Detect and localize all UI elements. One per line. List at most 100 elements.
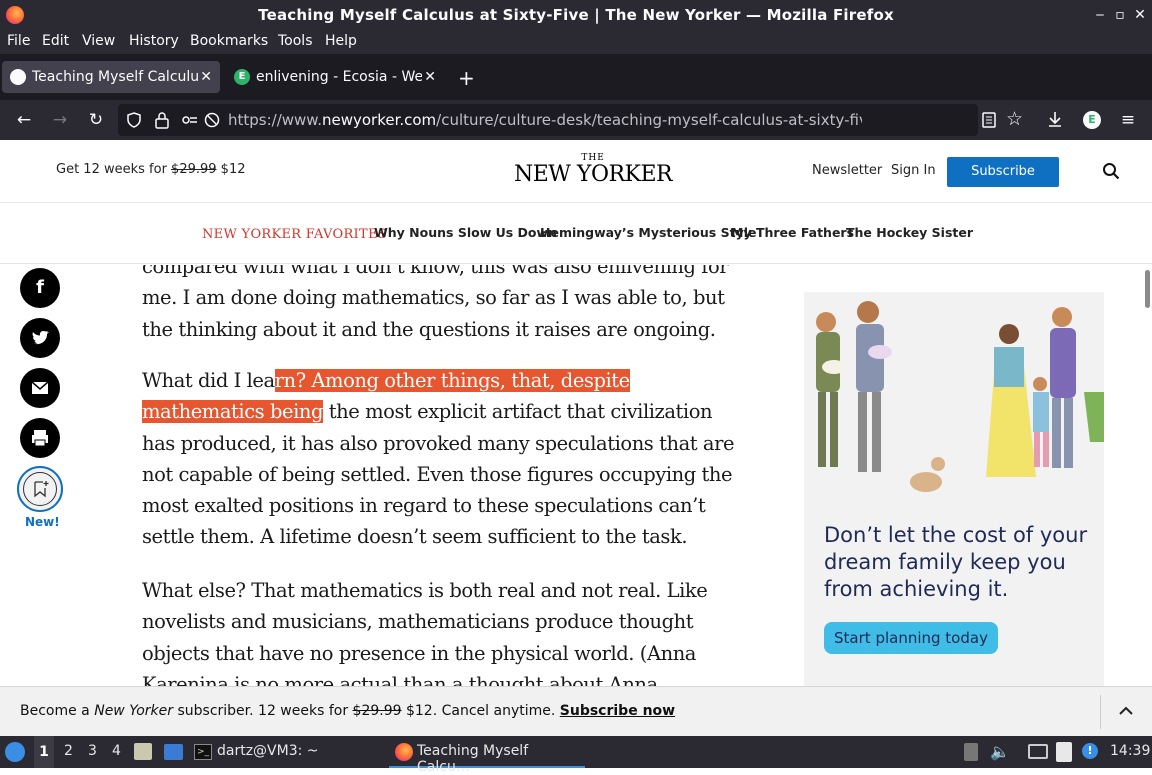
selected-text[interactable]: mathematics being bbox=[142, 400, 323, 424]
article-paragraph: What else? That mathematics is both real… bbox=[142, 575, 708, 686]
sign-in-link[interactable]: Sign In bbox=[891, 163, 936, 178]
promo-text[interactable]: Get 12 weeks for $29.99 $12 bbox=[56, 162, 246, 177]
firefox-task[interactable]: Teaching Myself Calcu… bbox=[389, 736, 585, 775]
favorite-link-hemingway[interactable]: Hemingway’s Mysterious Style bbox=[540, 225, 756, 240]
article-line: Karenina is no more actual than a though… bbox=[142, 672, 658, 686]
article-line: objects that have no presence in the phy… bbox=[142, 641, 696, 665]
tab-label: Teaching Myself Calculus at Sixty-Five bbox=[32, 69, 198, 85]
downloads-icon[interactable] bbox=[1046, 110, 1064, 128]
shield-icon[interactable] bbox=[126, 112, 142, 128]
scrollbar-thumb[interactable] bbox=[1145, 270, 1150, 308]
subscribe-banner: Become a New Yorker subscriber. 12 weeks… bbox=[0, 686, 1152, 736]
tab-newyorker[interactable]: Teaching Myself Calculus at Sixty-Five ✕ bbox=[2, 61, 220, 93]
ad-headline: Don’t let the cost of your dream family … bbox=[824, 523, 1088, 601]
twitter-share-icon[interactable] bbox=[20, 318, 60, 358]
terminal-task[interactable]: dartz@VM3: ~ bbox=[217, 743, 319, 759]
web-page: Get 12 weeks for $29.99 $12 THE NEW YORKE… bbox=[0, 140, 1152, 736]
workspace-1[interactable]: 1 bbox=[34, 736, 54, 768]
menu-tools[interactable]: Tools bbox=[278, 33, 313, 49]
back-icon[interactable]: ← bbox=[12, 108, 36, 132]
article-line: most exalted positions in regard to thes… bbox=[142, 494, 706, 518]
favorite-link-nouns[interactable]: Why Nouns Slow Us Down bbox=[374, 225, 557, 240]
desktop-taskbar: 1 2 3 4 >_ dartz@VM3: ~ Teaching Myself … bbox=[0, 736, 1152, 775]
close-window-icon[interactable]: ✕ bbox=[1130, 5, 1150, 25]
print-icon[interactable] bbox=[20, 418, 60, 458]
forward-icon[interactable]: → bbox=[48, 108, 72, 132]
ecosia-favicon-icon: E bbox=[234, 69, 250, 85]
close-tab-icon[interactable]: ✕ bbox=[200, 61, 212, 93]
favorites-label: NEW YORKER FAVORITES bbox=[202, 227, 387, 242]
save-article-button[interactable] bbox=[17, 466, 63, 512]
tracking-blocked-icon[interactable] bbox=[204, 112, 220, 128]
firefox-task-icon bbox=[395, 743, 413, 761]
search-icon[interactable] bbox=[1102, 162, 1120, 180]
page-scrollbar[interactable] bbox=[1144, 264, 1152, 686]
article-line: mathematics being the most explicit arti… bbox=[142, 400, 713, 424]
ecosia-extension-icon[interactable]: E bbox=[1083, 111, 1101, 129]
facebook-share-icon[interactable]: f bbox=[20, 268, 60, 308]
menu-file[interactable]: File bbox=[7, 33, 30, 49]
article-line: novelists and musicians, mathematicians … bbox=[142, 610, 694, 634]
selected-text[interactable]: rn? Among other things, that, despite bbox=[274, 369, 630, 392]
maximize-icon[interactable]: ▫ bbox=[1110, 5, 1130, 25]
url-text[interactable]: https://www.newyorker.com/culture/cultur… bbox=[228, 104, 862, 136]
workspace-4[interactable]: 4 bbox=[112, 743, 121, 759]
article-line: compared with what I don’t know, this wa… bbox=[142, 265, 729, 278]
favorites-nav: NEW YORKER FAVORITES Why Nouns Slow Us D… bbox=[0, 204, 1152, 264]
newsletter-link[interactable]: Newsletter bbox=[812, 163, 882, 178]
permissions-icon[interactable] bbox=[182, 113, 198, 127]
start-menu-icon[interactable] bbox=[5, 742, 25, 762]
reader-view-icon[interactable] bbox=[982, 112, 996, 128]
display-icon[interactable] bbox=[1028, 744, 1048, 759]
workspace-2[interactable]: 2 bbox=[64, 743, 73, 759]
menu-edit[interactable]: Edit bbox=[42, 33, 69, 49]
reload-icon[interactable]: ↻ bbox=[84, 108, 108, 132]
clock: 14:39 bbox=[1110, 743, 1151, 759]
email-share-icon[interactable] bbox=[20, 368, 60, 408]
ad-cta-button[interactable]: Start planning today bbox=[824, 622, 998, 654]
newyorker-favicon-icon bbox=[10, 69, 26, 85]
subscribe-button[interactable]: Subscribe bbox=[947, 157, 1059, 187]
hamburger-menu-icon[interactable]: ≡ bbox=[1116, 108, 1140, 132]
favorite-link-hockey[interactable]: The Hockey Sister bbox=[846, 225, 973, 240]
new-label: New! bbox=[25, 515, 60, 529]
workspace-3[interactable]: 3 bbox=[88, 743, 97, 759]
tab-label: enlivening - Ecosia - Web bbox=[256, 69, 422, 85]
file-manager-icon[interactable] bbox=[134, 743, 152, 760]
window-title: Teaching Myself Calculus at Sixty-Five |… bbox=[258, 6, 894, 24]
subscribe-now-link[interactable]: Subscribe now bbox=[560, 703, 675, 719]
article-line: has produced, it has also provoked many … bbox=[142, 431, 735, 455]
site-header: Get 12 weeks for $29.99 $12 THE NEW YORKE… bbox=[0, 140, 1152, 203]
minimize-icon[interactable]: ‒ bbox=[1090, 5, 1110, 25]
lock-icon[interactable] bbox=[154, 111, 170, 129]
new-tab-icon[interactable]: + bbox=[458, 66, 475, 90]
firefox-task-label: Teaching Myself Calcu… bbox=[417, 743, 529, 775]
volume-icon[interactable]: 🔈 bbox=[990, 742, 1010, 761]
menu-bar: File Edit View History Bookmarks Tools H… bbox=[0, 30, 1152, 54]
tab-ecosia[interactable]: E enlivening - Ecosia - Web ✕ bbox=[226, 61, 444, 93]
clipboard-icon[interactable] bbox=[1056, 742, 1072, 762]
article-paragraph: compared with what I don’t know, this wa… bbox=[142, 265, 729, 345]
article-line: the thinking about it and the questions … bbox=[142, 317, 716, 341]
close-tab-icon[interactable]: ✕ bbox=[424, 61, 436, 93]
menu-help[interactable]: Help bbox=[325, 33, 357, 49]
menu-view[interactable]: View bbox=[82, 33, 115, 49]
navigation-bar: ← → ↻ https://www.newyorker.com/culture/… bbox=[0, 100, 1152, 140]
url-bar[interactable]: https://www.newyorker.com/culture/cultur… bbox=[118, 104, 1023, 136]
article-line: settle them. A lifetime doesn’t seem suf… bbox=[142, 525, 688, 549]
menu-bookmarks[interactable]: Bookmarks bbox=[190, 33, 268, 49]
notification-icon[interactable]: ! bbox=[1082, 743, 1098, 759]
newyorker-logo[interactable]: THE NEW YORKER bbox=[514, 154, 673, 188]
chevron-up-icon[interactable] bbox=[1116, 701, 1136, 721]
article-line: What did I learn? Among other things, th… bbox=[142, 369, 630, 392]
menu-history[interactable]: History bbox=[129, 33, 179, 49]
eject-icon[interactable] bbox=[964, 743, 978, 761]
favorite-link-fathers[interactable]: My Three Fathers bbox=[731, 225, 854, 240]
terminal-icon: >_ bbox=[194, 744, 212, 760]
desktop-icon[interactable] bbox=[164, 744, 183, 760]
article-paragraph: What did I learn? Among other things, th… bbox=[142, 365, 735, 553]
article-line: What else? That mathematics is both real… bbox=[142, 579, 708, 602]
divider bbox=[1100, 695, 1101, 729]
advertisement[interactable]: Don’t let the cost of your dream family … bbox=[804, 292, 1104, 736]
bookmark-star-icon[interactable]: ☆ bbox=[1006, 108, 1023, 130]
